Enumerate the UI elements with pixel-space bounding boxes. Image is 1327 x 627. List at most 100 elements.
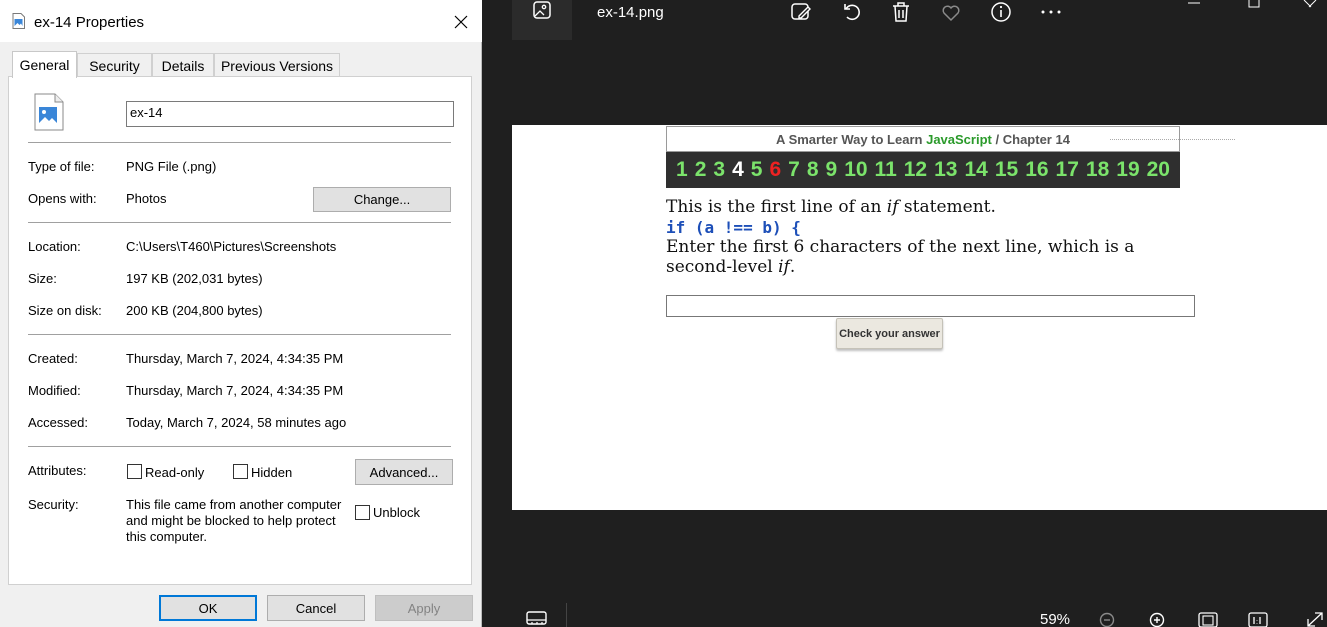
fullscreen-icon[interactable]: [1306, 612, 1324, 627]
chapter-link-6[interactable]: 6: [769, 158, 781, 182]
separator: [28, 446, 451, 447]
hidden-checkbox[interactable]: [233, 464, 248, 479]
header-chapter: Chapter 14: [1002, 131, 1070, 147]
bar-divider: [566, 603, 567, 627]
size-on-disk-value: 200 KB (204,800 bytes): [126, 303, 263, 318]
chapter-link-3[interactable]: 3: [713, 158, 725, 182]
close-window-icon[interactable]: [1303, 0, 1317, 8]
size-on-disk-label: Size on disk:: [28, 303, 102, 318]
cancel-button[interactable]: Cancel: [267, 595, 365, 621]
question-line-2: Enter the first 6 characters of the next…: [666, 237, 1135, 257]
chapter-link-14[interactable]: 14: [964, 158, 987, 182]
chapter-link-17[interactable]: 17: [1056, 158, 1079, 182]
size-value: 197 KB (202,031 bytes): [126, 271, 263, 286]
opens-with-label: Opens with:: [28, 191, 97, 206]
line1-em: if: [886, 197, 899, 217]
zoom-in-icon[interactable]: [1149, 612, 1167, 627]
opens-with-value: Photos: [126, 191, 167, 206]
location-value: C:\Users\T460\Pictures\Screenshots: [126, 239, 337, 254]
chapter-link-10[interactable]: 10: [844, 158, 867, 182]
dialog-title: ex-14 Properties: [34, 14, 145, 31]
tab-general[interactable]: General: [12, 51, 77, 78]
delete-icon[interactable]: [890, 1, 912, 23]
chapter-link-12[interactable]: 12: [904, 158, 927, 182]
size-label: Size:: [28, 271, 57, 286]
png-file-icon: [12, 13, 25, 29]
gallery-toggle[interactable]: [512, 0, 572, 40]
maximize-icon[interactable]: [1248, 0, 1260, 8]
attributes-label: Attributes:: [28, 463, 87, 478]
chapter-link-2[interactable]: 2: [695, 158, 707, 182]
chapter-link-1[interactable]: 1: [676, 158, 688, 182]
chapter-link-13[interactable]: 13: [934, 158, 957, 182]
chapter-link-18[interactable]: 18: [1086, 158, 1109, 182]
header-js: JavaScript: [926, 131, 992, 147]
chapter-link-16[interactable]: 16: [1025, 158, 1048, 182]
chapter-link-7[interactable]: 7: [788, 158, 800, 182]
advanced-button[interactable]: Advanced...: [355, 459, 453, 485]
separator: [28, 142, 451, 143]
readonly-label: Read-only: [145, 465, 205, 480]
fit-icon[interactable]: [1198, 612, 1218, 627]
chapter-link-4[interactable]: 4: [732, 158, 744, 182]
security-label: Security:: [28, 497, 79, 512]
answer-input[interactable]: [666, 295, 1195, 317]
viewer-bottom-bar: [512, 595, 1327, 627]
check-answer-button[interactable]: Check your answer: [836, 318, 943, 349]
minimize-icon[interactable]: [1187, 0, 1201, 6]
line3-text-end: .: [789, 257, 796, 277]
zoom-level: 59%: [1040, 611, 1071, 627]
separator: [28, 334, 451, 335]
line1-text-end: statement.: [898, 197, 996, 217]
created-label: Created:: [28, 351, 78, 366]
security-message: This file came from another computer and…: [126, 497, 342, 544]
accessed-value: Today, March 7, 2024, 58 minutes ago: [126, 415, 347, 430]
location-label: Location:: [28, 239, 81, 254]
chapter-link-9[interactable]: 9: [826, 158, 838, 182]
line1-text: This is the first line of an: [666, 197, 887, 217]
modified-label: Modified:: [28, 383, 81, 398]
chapter-link-19[interactable]: 19: [1116, 158, 1139, 182]
file-name-input[interactable]: ex-14: [126, 101, 454, 127]
filmstrip-icon[interactable]: [526, 611, 548, 625]
header-separator: /: [995, 131, 1000, 147]
type-value: PNG File (.png): [126, 159, 217, 174]
change-button[interactable]: Change...: [313, 187, 451, 212]
edit-icon[interactable]: [790, 1, 812, 23]
tab-previous-versions[interactable]: Previous Versions: [214, 53, 340, 77]
chapter-link-8[interactable]: 8: [807, 158, 819, 182]
chapter-link-15[interactable]: 15: [995, 158, 1018, 182]
tab-details[interactable]: Details: [152, 53, 214, 77]
image-canvas: A Smarter Way to Learn JavaScript / Chap…: [512, 125, 1327, 510]
ok-button[interactable]: OK: [159, 595, 257, 621]
apply-button[interactable]: Apply: [375, 595, 473, 621]
tab-label: General: [19, 57, 70, 73]
chapter-link-11[interactable]: 11: [875, 158, 897, 182]
readonly-checkbox[interactable]: [127, 464, 142, 479]
created-value: Thursday, March 7, 2024, 4:34:35 PM: [126, 351, 344, 366]
tab-label: Previous Versions: [220, 57, 334, 74]
hidden-label: Hidden: [251, 465, 293, 480]
unblock-label: Unblock: [373, 505, 420, 520]
chapter-nav: 1 2 3 4 5 6 7 8 9 10 11 12 13 14 15 16 17 18 19 20: [666, 152, 1180, 188]
image-icon: [533, 1, 551, 19]
favorite-icon[interactable]: [940, 1, 962, 23]
close-button[interactable]: [446, 8, 476, 36]
unblock-checkbox[interactable]: [355, 505, 370, 520]
properties-dialog: ex-14 Properties General Security Detail…: [0, 0, 482, 627]
rotate-icon[interactable]: [841, 1, 863, 23]
modified-value: Thursday, March 7, 2024, 4:34:35 PM: [126, 383, 344, 398]
type-label: Type of file:: [28, 159, 95, 174]
actual-size-icon[interactable]: [1248, 612, 1268, 627]
tab-label: Details: [161, 57, 205, 74]
question-line-1: This is the first line of an if statemen…: [666, 197, 996, 217]
file-image-icon: [34, 93, 64, 131]
book-header: A Smarter Way to Learn JavaScript / Chap…: [666, 126, 1180, 152]
info-icon[interactable]: [990, 1, 1012, 23]
header-prefix: A Smarter Way to Learn: [776, 131, 923, 147]
more-icon[interactable]: [1040, 1, 1062, 23]
chapter-link-20[interactable]: 20: [1147, 158, 1170, 182]
tab-security[interactable]: Security: [77, 53, 152, 77]
zoom-out-icon[interactable]: [1099, 612, 1117, 627]
chapter-link-5[interactable]: 5: [751, 158, 763, 182]
